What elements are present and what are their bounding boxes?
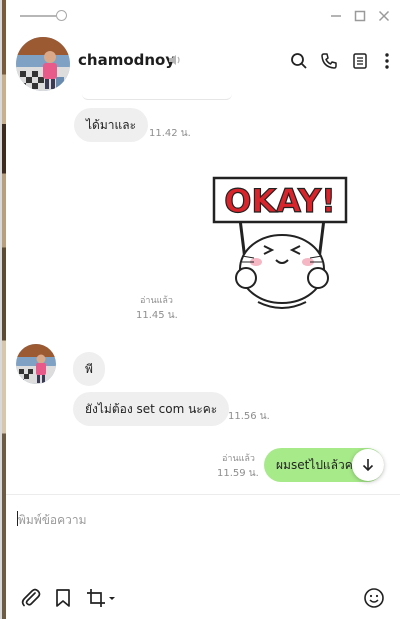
speaker-muted-icon	[168, 52, 182, 71]
message-time: 11.45 น.	[136, 310, 178, 321]
previous-bubble-edge	[82, 94, 232, 100]
input-toolbar	[6, 576, 400, 619]
read-receipt: อ่านแล้ว	[222, 454, 255, 464]
scroll-to-bottom-button[interactable]	[352, 449, 384, 481]
chat-title[interactable]: chamodnoy	[78, 51, 175, 69]
title-bar	[6, 0, 400, 32]
crop-icon[interactable]	[86, 586, 116, 610]
minimize-icon[interactable]	[326, 6, 346, 26]
chat-header: chamodnoy	[6, 32, 400, 94]
avatar[interactable]	[16, 37, 70, 91]
notes-icon[interactable]	[349, 50, 371, 72]
message-input[interactable]: พิมพ์ข้อความ	[6, 494, 400, 576]
opacity-slider-track[interactable]	[20, 15, 56, 17]
search-icon[interactable]	[288, 50, 310, 72]
more-icon[interactable]	[376, 50, 398, 72]
sticker-text: OKAY!	[224, 182, 335, 220]
message-bubble-incoming[interactable]: พี	[73, 352, 105, 386]
message-time: 11.42 น.	[149, 128, 191, 139]
phone-icon[interactable]	[318, 50, 340, 72]
chat-window: chamodnoy ได้มาและ 11.42 น. OKAY! อ่านแล…	[0, 0, 400, 619]
avatar[interactable]	[16, 344, 56, 384]
maximize-icon[interactable]	[350, 6, 370, 26]
message-time: 11.56 น.	[228, 411, 270, 422]
emoji-icon[interactable]	[363, 586, 385, 610]
read-receipt: อ่านแล้ว	[140, 296, 173, 306]
message-input-placeholder: พิมพ์ข้อความ	[18, 513, 87, 527]
arrow-down-icon	[362, 459, 374, 472]
message-bubble-incoming[interactable]: ยังไม่ต้อง set com นะคะ	[73, 392, 230, 426]
message-list[interactable]: ได้มาและ 11.42 น. OKAY! อ่านแล้ว 11.45 น…	[6, 94, 400, 494]
opacity-slider-knob[interactable]	[56, 10, 67, 21]
message-time: 11.59 น.	[217, 468, 259, 479]
close-icon[interactable]	[374, 6, 394, 26]
bookmark-icon[interactable]	[54, 586, 72, 610]
message-bubble-incoming[interactable]: ได้มาและ	[74, 108, 149, 142]
paperclip-icon[interactable]	[20, 586, 42, 610]
sticker-message[interactable]: OKAY!	[212, 174, 352, 324]
